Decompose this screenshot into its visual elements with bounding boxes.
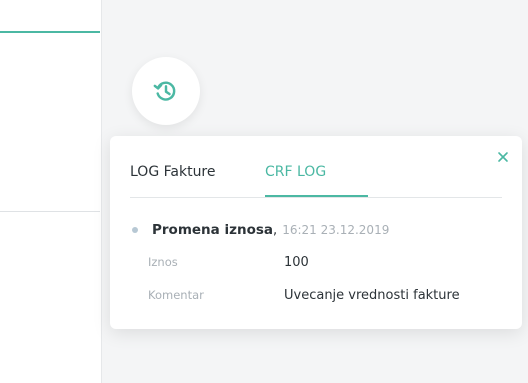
log-entry-timestamp: 16:21 23.12.2019: [282, 223, 390, 237]
left-panel-accent-line: [0, 31, 100, 33]
log-entry-title: Promena iznosa: [152, 222, 273, 238]
history-button[interactable]: [132, 57, 200, 125]
history-icon: [153, 81, 176, 101]
left-panel-divider: [0, 211, 100, 212]
log-entry-bullet: [132, 227, 138, 233]
log-entry-header: Promena iznosa, 16:21 23.12.2019: [152, 220, 389, 240]
left-panel: [0, 0, 102, 383]
log-popover: LOG Fakture CRF LOG Promena iznosa, 16:2…: [110, 136, 522, 329]
log-entry-separator: ,: [273, 223, 278, 238]
field-label-komentar: Komentar: [148, 288, 204, 302]
field-value-iznos: 100: [284, 255, 309, 270]
log-tabs: LOG Fakture CRF LOG: [130, 159, 502, 198]
field-label-iznos: Iznos: [148, 255, 178, 269]
field-value-komentar: Uvecanje vrednosti fakture: [284, 288, 460, 303]
tab-log-fakture[interactable]: LOG Fakture: [130, 159, 216, 195]
tab-crf-log[interactable]: CRF LOG: [265, 159, 369, 197]
